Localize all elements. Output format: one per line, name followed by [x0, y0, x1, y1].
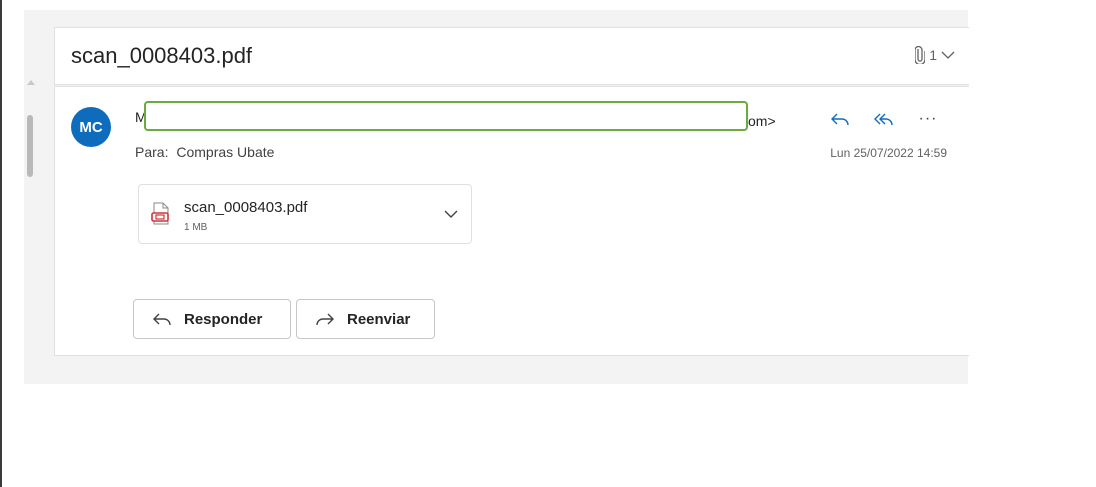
reply-all-icon [874, 113, 893, 126]
attachment-name[interactable]: scan_0008403.pdf [184, 199, 307, 216]
reply-button[interactable]: Responder [133, 299, 291, 339]
message-actions: ··· [825, 107, 943, 131]
avatar[interactable]: MC [71, 107, 111, 147]
sender-email-tail: om> [748, 113, 776, 129]
message-card: MC M om> ··· Para: Compras Ubate Lun 25/… [54, 86, 969, 356]
chevron-down-icon[interactable] [443, 207, 459, 225]
reply-all-action-button[interactable] [869, 107, 899, 131]
recipients-line: Para: Compras Ubate [135, 144, 274, 160]
recipient-name[interactable]: Compras Ubate [176, 144, 274, 160]
scroll-up-arrow-icon[interactable] [27, 80, 35, 85]
reply-action-button[interactable] [825, 107, 855, 131]
subject-header: scan_0008403.pdf 1 [54, 27, 969, 85]
attachment-card[interactable]: scan_0008403.pdf 1 MB [138, 184, 472, 244]
reply-button-label: Responder [184, 310, 263, 328]
pdf-file-icon [151, 202, 171, 231]
reply-icon [831, 113, 849, 126]
window-edge [0, 0, 2, 487]
attachment-count-toggle[interactable]: 1 [915, 46, 955, 64]
sender-redaction-box [144, 101, 748, 131]
forward-button[interactable]: Reenviar [296, 299, 435, 339]
chevron-down-icon [941, 47, 955, 63]
reply-icon [153, 313, 171, 326]
attachment-size: 1 MB [184, 222, 208, 233]
attachment-count: 1 [929, 47, 937, 63]
paperclip-icon [915, 46, 926, 64]
email-subject: scan_0008403.pdf [71, 43, 253, 68]
forward-button-label: Reenviar [347, 310, 411, 328]
more-icon[interactable]: ··· [913, 107, 943, 131]
scrollbar-thumb[interactable] [27, 115, 33, 177]
sent-date: Lun 25/07/2022 14:59 [830, 146, 947, 160]
to-label: Para: [135, 144, 169, 160]
forward-icon [316, 313, 334, 326]
